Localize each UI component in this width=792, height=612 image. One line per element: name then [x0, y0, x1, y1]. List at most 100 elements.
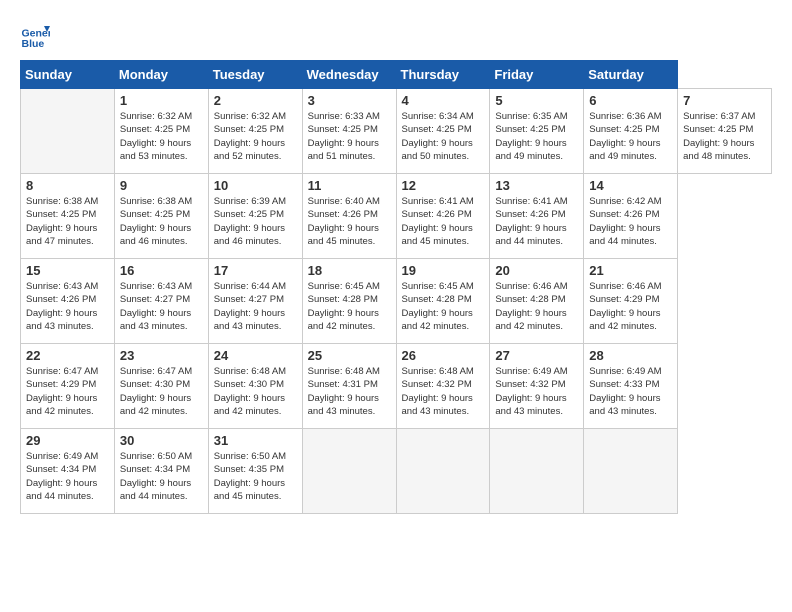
day-info: Sunrise: 6:37 AM Sunset: 4:25 PM Dayligh…	[683, 110, 766, 163]
day-number: 26	[402, 348, 485, 363]
weekday-header-sunday: Sunday	[21, 61, 115, 89]
calendar-cell: 10 Sunrise: 6:39 AM Sunset: 4:25 PM Dayl…	[208, 174, 302, 259]
svg-text:Blue: Blue	[22, 38, 45, 50]
calendar-cell: 29 Sunrise: 6:49 AM Sunset: 4:34 PM Dayl…	[21, 429, 115, 514]
day-info: Sunrise: 6:43 AM Sunset: 4:27 PM Dayligh…	[120, 280, 203, 333]
logo-icon: General Blue	[20, 20, 50, 50]
day-number: 14	[589, 178, 672, 193]
day-number: 12	[402, 178, 485, 193]
calendar-week-2: 15 Sunrise: 6:43 AM Sunset: 4:26 PM Dayl…	[21, 259, 772, 344]
weekday-header-wednesday: Wednesday	[302, 61, 396, 89]
calendar-cell: 12 Sunrise: 6:41 AM Sunset: 4:26 PM Dayl…	[396, 174, 490, 259]
day-info: Sunrise: 6:43 AM Sunset: 4:26 PM Dayligh…	[26, 280, 109, 333]
calendar-cell: 21 Sunrise: 6:46 AM Sunset: 4:29 PM Dayl…	[584, 259, 678, 344]
day-number: 25	[308, 348, 391, 363]
calendar-cell	[21, 89, 115, 174]
weekday-header-saturday: Saturday	[584, 61, 678, 89]
weekday-header-monday: Monday	[114, 61, 208, 89]
calendar-cell: 5 Sunrise: 6:35 AM Sunset: 4:25 PM Dayli…	[490, 89, 584, 174]
day-info: Sunrise: 6:49 AM Sunset: 4:32 PM Dayligh…	[495, 365, 578, 418]
calendar-cell: 24 Sunrise: 6:48 AM Sunset: 4:30 PM Dayl…	[208, 344, 302, 429]
day-number: 27	[495, 348, 578, 363]
calendar-week-0: 1 Sunrise: 6:32 AM Sunset: 4:25 PM Dayli…	[21, 89, 772, 174]
calendar-cell: 18 Sunrise: 6:45 AM Sunset: 4:28 PM Dayl…	[302, 259, 396, 344]
day-number: 7	[683, 93, 766, 108]
day-info: Sunrise: 6:47 AM Sunset: 4:30 PM Dayligh…	[120, 365, 203, 418]
day-number: 1	[120, 93, 203, 108]
day-info: Sunrise: 6:38 AM Sunset: 4:25 PM Dayligh…	[26, 195, 109, 248]
day-number: 11	[308, 178, 391, 193]
calendar-cell: 14 Sunrise: 6:42 AM Sunset: 4:26 PM Dayl…	[584, 174, 678, 259]
calendar-cell: 25 Sunrise: 6:48 AM Sunset: 4:31 PM Dayl…	[302, 344, 396, 429]
calendar-cell: 27 Sunrise: 6:49 AM Sunset: 4:32 PM Dayl…	[490, 344, 584, 429]
calendar-cell: 26 Sunrise: 6:48 AM Sunset: 4:32 PM Dayl…	[396, 344, 490, 429]
calendar-cell	[490, 429, 584, 514]
calendar-cell: 19 Sunrise: 6:45 AM Sunset: 4:28 PM Dayl…	[396, 259, 490, 344]
day-info: Sunrise: 6:47 AM Sunset: 4:29 PM Dayligh…	[26, 365, 109, 418]
calendar-cell: 17 Sunrise: 6:44 AM Sunset: 4:27 PM Dayl…	[208, 259, 302, 344]
weekday-header-tuesday: Tuesday	[208, 61, 302, 89]
day-number: 6	[589, 93, 672, 108]
day-info: Sunrise: 6:34 AM Sunset: 4:25 PM Dayligh…	[402, 110, 485, 163]
calendar-cell: 8 Sunrise: 6:38 AM Sunset: 4:25 PM Dayli…	[21, 174, 115, 259]
day-info: Sunrise: 6:40 AM Sunset: 4:26 PM Dayligh…	[308, 195, 391, 248]
calendar-cell	[396, 429, 490, 514]
calendar-cell: 15 Sunrise: 6:43 AM Sunset: 4:26 PM Dayl…	[21, 259, 115, 344]
calendar-body: 1 Sunrise: 6:32 AM Sunset: 4:25 PM Dayli…	[21, 89, 772, 514]
day-number: 9	[120, 178, 203, 193]
calendar-cell: 9 Sunrise: 6:38 AM Sunset: 4:25 PM Dayli…	[114, 174, 208, 259]
day-info: Sunrise: 6:41 AM Sunset: 4:26 PM Dayligh…	[495, 195, 578, 248]
day-info: Sunrise: 6:48 AM Sunset: 4:32 PM Dayligh…	[402, 365, 485, 418]
page-header: General Blue	[20, 20, 772, 50]
day-info: Sunrise: 6:38 AM Sunset: 4:25 PM Dayligh…	[120, 195, 203, 248]
calendar-cell: 6 Sunrise: 6:36 AM Sunset: 4:25 PM Dayli…	[584, 89, 678, 174]
day-number: 18	[308, 263, 391, 278]
weekday-header-friday: Friday	[490, 61, 584, 89]
day-info: Sunrise: 6:32 AM Sunset: 4:25 PM Dayligh…	[214, 110, 297, 163]
day-info: Sunrise: 6:48 AM Sunset: 4:31 PM Dayligh…	[308, 365, 391, 418]
day-info: Sunrise: 6:46 AM Sunset: 4:28 PM Dayligh…	[495, 280, 578, 333]
day-info: Sunrise: 6:49 AM Sunset: 4:33 PM Dayligh…	[589, 365, 672, 418]
day-number: 4	[402, 93, 485, 108]
day-info: Sunrise: 6:32 AM Sunset: 4:25 PM Dayligh…	[120, 110, 203, 163]
day-info: Sunrise: 6:39 AM Sunset: 4:25 PM Dayligh…	[214, 195, 297, 248]
day-info: Sunrise: 6:49 AM Sunset: 4:34 PM Dayligh…	[26, 450, 109, 503]
day-number: 20	[495, 263, 578, 278]
day-number: 31	[214, 433, 297, 448]
day-number: 21	[589, 263, 672, 278]
calendar-cell: 11 Sunrise: 6:40 AM Sunset: 4:26 PM Dayl…	[302, 174, 396, 259]
calendar-cell	[584, 429, 678, 514]
day-number: 2	[214, 93, 297, 108]
calendar-week-3: 22 Sunrise: 6:47 AM Sunset: 4:29 PM Dayl…	[21, 344, 772, 429]
day-info: Sunrise: 6:50 AM Sunset: 4:35 PM Dayligh…	[214, 450, 297, 503]
weekday-header-thursday: Thursday	[396, 61, 490, 89]
day-number: 23	[120, 348, 203, 363]
day-number: 17	[214, 263, 297, 278]
day-info: Sunrise: 6:45 AM Sunset: 4:28 PM Dayligh…	[402, 280, 485, 333]
day-number: 15	[26, 263, 109, 278]
calendar-cell: 1 Sunrise: 6:32 AM Sunset: 4:25 PM Dayli…	[114, 89, 208, 174]
calendar-table: SundayMondayTuesdayWednesdayThursdayFrid…	[20, 60, 772, 514]
day-number: 3	[308, 93, 391, 108]
calendar-cell: 23 Sunrise: 6:47 AM Sunset: 4:30 PM Dayl…	[114, 344, 208, 429]
calendar-week-4: 29 Sunrise: 6:49 AM Sunset: 4:34 PM Dayl…	[21, 429, 772, 514]
day-info: Sunrise: 6:33 AM Sunset: 4:25 PM Dayligh…	[308, 110, 391, 163]
day-number: 24	[214, 348, 297, 363]
calendar-cell: 20 Sunrise: 6:46 AM Sunset: 4:28 PM Dayl…	[490, 259, 584, 344]
day-number: 8	[26, 178, 109, 193]
day-info: Sunrise: 6:46 AM Sunset: 4:29 PM Dayligh…	[589, 280, 672, 333]
day-number: 10	[214, 178, 297, 193]
day-number: 13	[495, 178, 578, 193]
calendar-cell: 28 Sunrise: 6:49 AM Sunset: 4:33 PM Dayl…	[584, 344, 678, 429]
day-info: Sunrise: 6:35 AM Sunset: 4:25 PM Dayligh…	[495, 110, 578, 163]
day-info: Sunrise: 6:44 AM Sunset: 4:27 PM Dayligh…	[214, 280, 297, 333]
day-number: 30	[120, 433, 203, 448]
day-info: Sunrise: 6:41 AM Sunset: 4:26 PM Dayligh…	[402, 195, 485, 248]
day-info: Sunrise: 6:36 AM Sunset: 4:25 PM Dayligh…	[589, 110, 672, 163]
calendar-cell: 31 Sunrise: 6:50 AM Sunset: 4:35 PM Dayl…	[208, 429, 302, 514]
calendar-cell: 3 Sunrise: 6:33 AM Sunset: 4:25 PM Dayli…	[302, 89, 396, 174]
logo: General Blue	[20, 20, 54, 50]
day-number: 22	[26, 348, 109, 363]
day-number: 16	[120, 263, 203, 278]
day-info: Sunrise: 6:45 AM Sunset: 4:28 PM Dayligh…	[308, 280, 391, 333]
